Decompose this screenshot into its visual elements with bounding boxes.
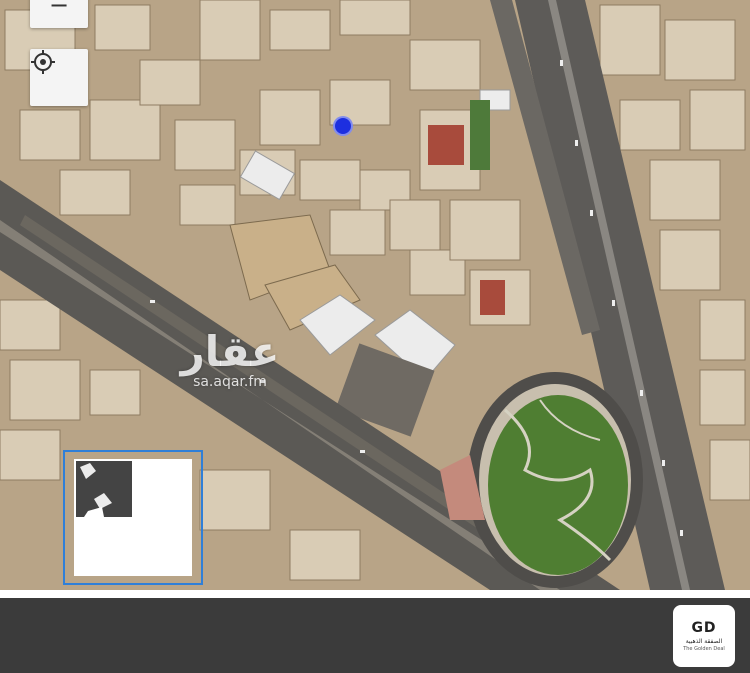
watermark-logo: عقار [180, 327, 280, 376]
zoom-out-button[interactable]: − [30, 0, 88, 28]
brand-arabic-name: الصفقة الذهبية [685, 637, 723, 645]
minus-icon: − [48, 0, 70, 19]
parcel-shape-icon [76, 461, 132, 517]
crosshair-icon [31, 50, 55, 74]
parcel-thumbnail[interactable] [74, 459, 192, 576]
bottom-bar [0, 598, 750, 673]
watermark-url: sa.aqar.fm [193, 374, 267, 390]
my-location-button[interactable] [30, 49, 88, 106]
satellite-map[interactable]: − عقار sa.aqar.fm [0, 0, 750, 590]
brand-logo[interactable]: GD الصفقة الذهبية The Golden Deal [673, 605, 735, 667]
watermark: عقار sa.aqar.fm [170, 327, 290, 391]
brand-mark: GD [691, 619, 717, 636]
brand-english-name: The Golden Deal [683, 645, 725, 652]
divider [0, 590, 750, 598]
location-marker[interactable] [333, 116, 353, 136]
